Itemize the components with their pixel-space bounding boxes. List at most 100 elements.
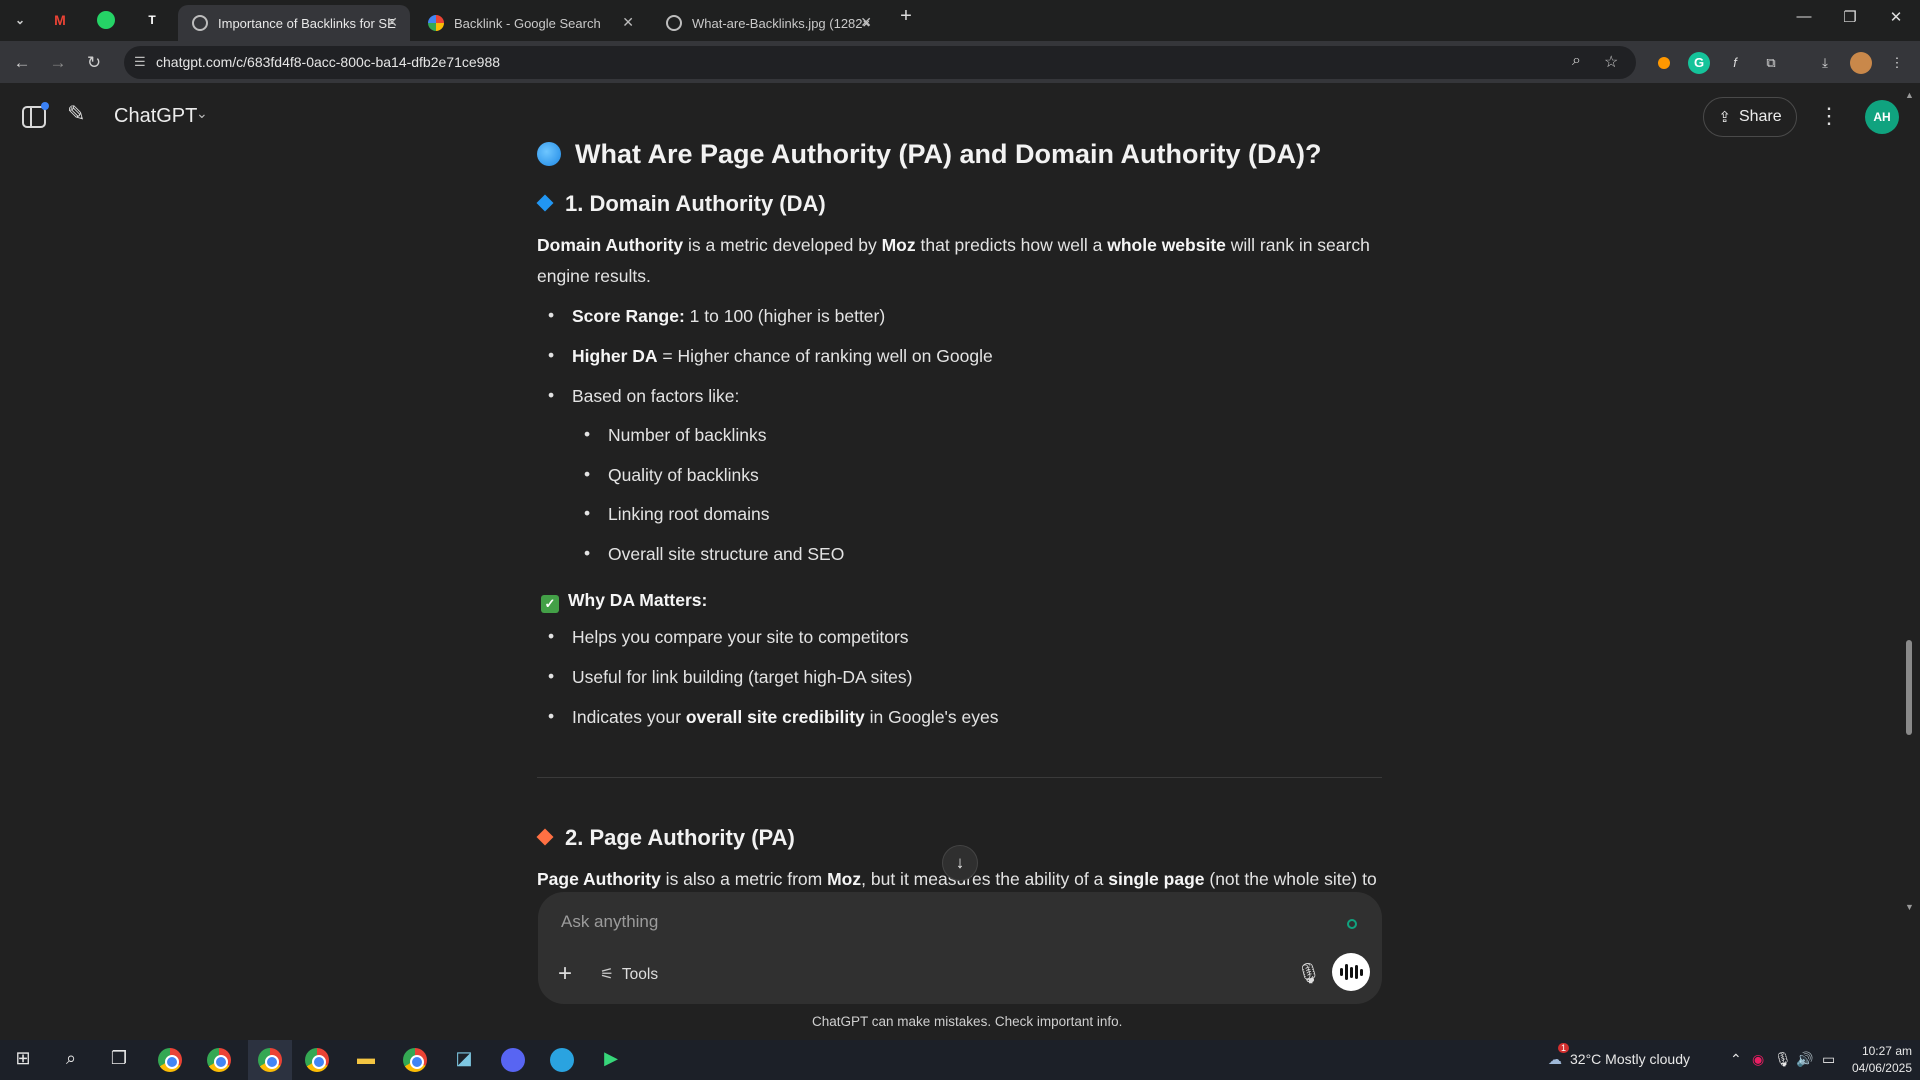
cloud-icon: ☁ — [1548, 1051, 1562, 1067]
volume-icon[interactable]: 🔊 — [1796, 1051, 1813, 1068]
browser-toolbar: ← → ↻ ☰ chatgpt.com/c/683fd4f8-0acc-800c… — [0, 41, 1920, 83]
chrome-icon[interactable] — [207, 1048, 231, 1072]
windows-start-icon[interactable]: ⊞ — [11, 1048, 35, 1069]
blue-diamond-icon — [536, 194, 554, 212]
weather-widget[interactable]: ☁ 1 32°C Mostly cloudy — [1548, 1043, 1690, 1068]
chrome-icon[interactable] — [258, 1048, 282, 1072]
tab-what-are-backlinks-image[interactable]: What-are-Backlinks.jpg (1282× ✕ — [652, 5, 884, 41]
message-composer[interactable]: Ask anything + ⚟ Tools 🎙 — [538, 892, 1382, 1004]
recording-icon[interactable]: ◉ — [1752, 1051, 1764, 1068]
chrome-icon[interactable] — [158, 1048, 182, 1072]
new-tab-button[interactable]: + — [886, 5, 926, 28]
scroll-to-bottom-button[interactable]: ↓ — [942, 845, 978, 881]
zoom-icon[interactable]: ⌕ — [1572, 52, 1581, 70]
tab-search-button[interactable]: ⌄ — [6, 8, 34, 32]
grammarly-extension-icon[interactable]: G — [1688, 52, 1710, 74]
share-label: Share — [1738, 108, 1782, 125]
back-button[interactable]: ← — [10, 51, 34, 75]
section-divider — [537, 777, 1382, 778]
address-bar[interactable]: ☰ chatgpt.com/c/683fd4f8-0acc-800c-ba14-… — [124, 46, 1636, 79]
profile-avatar-icon[interactable] — [1850, 52, 1872, 74]
sidebar-toggle-icon[interactable] — [22, 102, 49, 128]
chevron-down-icon[interactable]: ⌄ — [196, 105, 208, 122]
tiktok-pinned-tab[interactable]: T — [138, 8, 166, 32]
close-tab-icon[interactable]: ✕ — [386, 14, 398, 31]
share-button[interactable]: ⇪ Share — [1703, 97, 1797, 137]
terminal-app-icon[interactable]: ▶ — [599, 1048, 623, 1069]
url-text[interactable]: chatgpt.com/c/683fd4f8-0acc-800c-ba14-df… — [156, 54, 500, 70]
tab-backlink-google-search[interactable]: Backlink - Google Search ✕ — [414, 5, 646, 41]
globe-icon — [537, 142, 561, 166]
extension-icon[interactable] — [1658, 57, 1670, 69]
tools-button[interactable]: ⚟ Tools — [600, 965, 658, 984]
arrow-down-icon: ↓ — [955, 853, 965, 872]
browser-menu-icon[interactable]: ⋮ — [1886, 52, 1908, 74]
globe-favicon-icon — [666, 15, 682, 31]
factor-list-item: Quality of backlinks — [584, 464, 759, 486]
windows-taskbar: ⊞ ⌕ ❐ ▬ ◪ ▶ ☁ 1 32°C Mostly cloudy ⌃ ◉ 🎙 🔊… — [0, 1040, 1920, 1080]
list-item: Indicates your overall site credibility … — [548, 706, 999, 728]
system-clock[interactable]: 10:27 am 04/06/2025 — [1850, 1043, 1912, 1077]
openai-favicon-icon — [192, 15, 208, 31]
model-selector[interactable]: ChatGPT — [114, 105, 197, 128]
extensions-puzzle-icon[interactable]: ⧉ — [1760, 52, 1782, 74]
list-item: Helps you compare your site to competito… — [548, 626, 909, 648]
close-window-button[interactable]: ✕ — [1876, 8, 1916, 26]
gmail-pinned-tab[interactable]: M — [46, 8, 74, 32]
notes-app-icon[interactable]: ◪ — [452, 1048, 476, 1069]
discord-icon[interactable] — [501, 1048, 525, 1072]
search-icon[interactable]: ⌕ — [59, 1048, 83, 1069]
clock-date: 04/06/2025 — [1851, 1061, 1912, 1075]
user-avatar[interactable]: AH — [1865, 100, 1899, 134]
downloads-icon[interactable]: ⤓ — [1814, 52, 1836, 74]
prompt-input[interactable]: Ask anything — [561, 912, 658, 932]
add-attachment-button[interactable]: + — [558, 960, 572, 988]
file-explorer-icon[interactable]: ▬ — [354, 1048, 378, 1069]
tab-title: Backlink - Google Search — [454, 15, 601, 31]
whatsapp-pinned-tab[interactable] — [92, 8, 120, 32]
list-item: Higher DA = Higher chance of ranking wel… — [548, 345, 993, 367]
chrome-icon[interactable] — [305, 1048, 329, 1072]
share-icon: ⇪ — [1718, 109, 1731, 126]
orange-diamond-icon — [536, 828, 554, 846]
minimize-window-button[interactable]: — — [1784, 8, 1824, 25]
factor-list-item: Number of backlinks — [584, 424, 766, 446]
article-title: What Are Page Authority (PA) and Domain … — [537, 139, 1321, 170]
list-item: Score Range: 1 to 100 (higher is better) — [548, 305, 885, 327]
da-heading: 1. Domain Authority (DA) — [536, 191, 826, 217]
new-chat-icon[interactable]: ✎ — [67, 101, 85, 127]
chrome-icon[interactable] — [403, 1048, 427, 1072]
tab-importance-of-backlinks[interactable]: Importance of Backlinks for SE ✕ — [178, 5, 410, 41]
list-item: Useful for link building (target high-DA… — [548, 666, 912, 688]
whatsapp-icon — [97, 11, 115, 29]
scroll-up-arrow[interactable]: ▲ — [1905, 90, 1914, 100]
list-item: Based on factors like: — [548, 385, 739, 407]
reload-button[interactable]: ↻ — [82, 51, 106, 75]
pa-heading: 2. Page Authority (PA) — [536, 825, 795, 851]
close-tab-icon[interactable]: ✕ — [860, 14, 872, 31]
bookmark-star-icon[interactable]: ☆ — [1604, 52, 1618, 72]
factor-list-item: Linking root domains — [584, 503, 770, 525]
tab-title: What-are-Backlinks.jpg (1282× — [692, 15, 871, 31]
page-scrollbar-thumb[interactable] — [1906, 640, 1912, 735]
voice-mode-button[interactable] — [1332, 953, 1370, 991]
notification-dot — [41, 102, 49, 110]
microphone-tray-icon[interactable]: 🎙 — [1774, 1051, 1792, 1068]
sliders-icon: ⚟ — [600, 966, 614, 983]
close-tab-icon[interactable]: ✕ — [622, 14, 634, 31]
telegram-icon[interactable] — [550, 1048, 574, 1072]
da-intro-paragraph: Domain Authority is a metric developed b… — [537, 235, 1370, 286]
factor-list-item: Overall site structure and SEO — [584, 543, 844, 565]
task-view-icon[interactable]: ❐ — [107, 1048, 131, 1069]
formula-extension-icon[interactable]: f — [1724, 52, 1746, 74]
show-hidden-icons-chevron[interactable]: ⌃ — [1730, 1051, 1742, 1068]
more-options-icon[interactable]: ⋮ — [1818, 103, 1840, 129]
scroll-down-arrow[interactable]: ▼ — [1905, 902, 1914, 912]
network-icon[interactable]: ▭ — [1822, 1051, 1835, 1068]
microphone-icon[interactable]: 🎙 — [1296, 961, 1321, 986]
restore-window-button[interactable]: ❐ — [1830, 8, 1870, 26]
forward-button[interactable]: → — [46, 51, 70, 75]
status-indicator-icon — [1347, 919, 1357, 929]
browser-tab-strip: ⌄ M T Importance of Backlinks for SE ✕ B… — [0, 0, 1920, 41]
site-info-icon[interactable]: ☰ — [134, 54, 146, 70]
